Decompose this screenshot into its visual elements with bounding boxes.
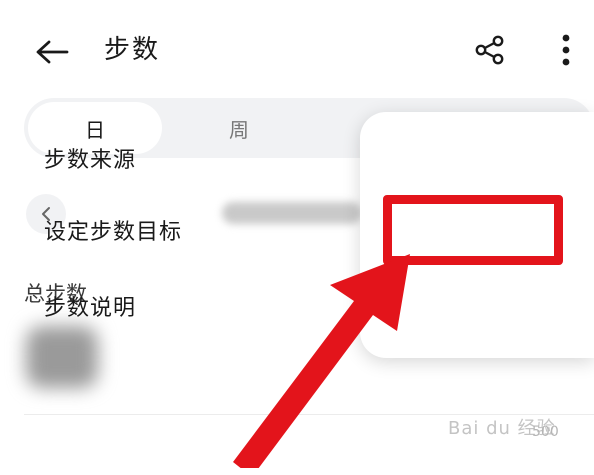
tab-week[interactable]: 周 [174,102,304,154]
highlight-box [383,195,563,265]
more-vertical-icon [562,34,570,66]
menu-item-step-source[interactable]: 步数来源 [44,144,136,178]
menu-item-set-step-goal[interactable]: 设定步数目标 [44,216,182,250]
total-steps-value-blurred [26,326,98,388]
date-label-blurred [222,202,362,224]
arrow-left-icon [36,40,69,64]
watermark-number: 500 [532,424,559,440]
back-button[interactable] [32,32,72,72]
menu-item-step-description[interactable]: 步数说明 [44,292,136,326]
share-button[interactable] [470,30,510,70]
more-options-button[interactable] [548,30,584,70]
app-bar: 步数 [0,0,594,100]
share-icon [475,35,504,65]
page-title: 步数 [104,35,161,65]
